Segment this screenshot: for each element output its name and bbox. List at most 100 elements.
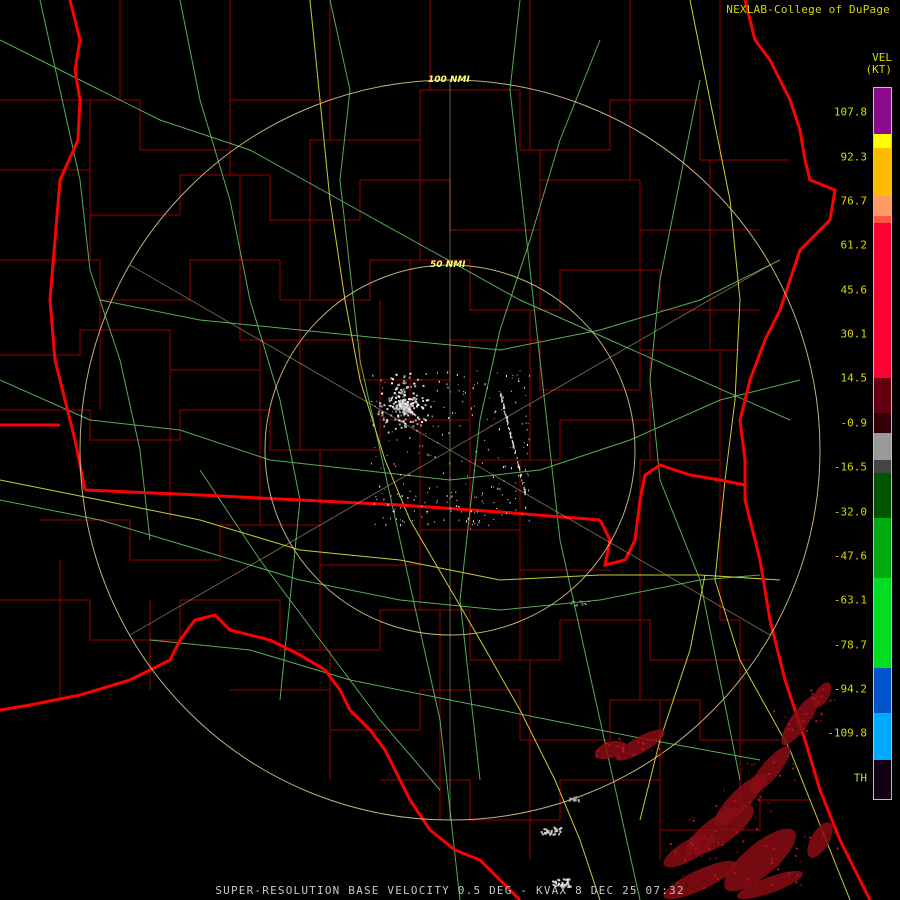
echo-pixel (528, 438, 530, 441)
echo-pixel (393, 510, 395, 513)
echo-pixel (757, 798, 760, 801)
echo-pixel (805, 729, 808, 732)
echo-pixel (412, 425, 415, 428)
echo-pixel (396, 398, 398, 400)
echo-pixel (473, 384, 475, 386)
echo-pixel (394, 427, 397, 430)
echo-pixel (426, 512, 428, 514)
echo-pixel (411, 413, 413, 416)
echo-pixel (454, 412, 456, 414)
echo-pixel (690, 837, 693, 840)
echo-pixel (426, 510, 428, 512)
echo-pixel (462, 393, 464, 395)
echo-pixel (568, 799, 571, 802)
echo-pixel (407, 414, 410, 417)
echo-pixel (742, 828, 745, 831)
echo-pixel (415, 495, 417, 497)
echo-pixel (618, 737, 621, 740)
echo-pixel (507, 499, 509, 501)
echo-pixel (501, 514, 503, 516)
echo-pixel (619, 750, 622, 753)
echo-pixel (395, 386, 398, 389)
echo-pixel (481, 462, 483, 465)
echo-pixel (402, 420, 405, 423)
legend-color-segment (874, 134, 891, 148)
echo-pixel (493, 502, 495, 504)
echo-pixel (471, 524, 473, 526)
echo-pixel (430, 405, 433, 408)
echo-pixel (382, 517, 384, 519)
echo-pixel (385, 421, 388, 424)
echo-pixel (511, 377, 513, 379)
echo-pixel (715, 834, 718, 837)
echo-pixel (413, 498, 415, 501)
echo-pixel (605, 742, 608, 745)
echo-pixel (684, 858, 687, 861)
echo-pixel (427, 492, 429, 494)
product-caption: SUPER-RESOLUTION BASE VELOCITY 0.5 DEG -… (215, 884, 685, 897)
echo-pixel (803, 835, 806, 838)
echo-pixel (474, 496, 476, 498)
echo-pixel (449, 477, 451, 479)
echo-pixel (608, 743, 611, 746)
echo-pixel (405, 408, 408, 411)
echo-pixel (812, 716, 815, 719)
echo-pixel (396, 404, 399, 407)
echo-pixel (374, 447, 376, 449)
echo-pixel (669, 843, 672, 846)
echo-pixel (660, 752, 663, 755)
echo-pixel (616, 743, 619, 746)
echo-pixel (521, 479, 523, 482)
echo-pixel (425, 372, 427, 375)
echo-pixel (504, 465, 506, 468)
echo-pixel (470, 509, 472, 511)
echo-pixel (443, 518, 445, 520)
echo-pixel (443, 519, 445, 521)
echo-pixel (562, 878, 565, 881)
echo-pixel (379, 405, 382, 408)
echo-pixel (518, 464, 520, 467)
echo-pixel (580, 601, 583, 603)
echo-pixel (414, 385, 417, 388)
echo-pixel (764, 851, 767, 854)
echo-pixel (788, 872, 791, 875)
echo-pixel (436, 486, 438, 488)
echo-pixel (761, 790, 764, 793)
echo-pixel (817, 701, 820, 704)
echo-pixel (622, 750, 625, 753)
echo-pixel (518, 380, 520, 383)
echo-pixel (510, 390, 512, 392)
echo-pixel (501, 400, 503, 403)
echo-pixel (399, 474, 401, 476)
echo-pixel (490, 425, 492, 427)
echo-pixel (399, 506, 401, 509)
echo-pixel (437, 425, 439, 427)
echo-pixel (642, 741, 645, 744)
echo-pixel (467, 517, 469, 520)
echo-pixel (565, 878, 568, 881)
echo-pixel (518, 474, 520, 477)
echo-pixel (424, 419, 427, 422)
range-label-100: 100 NMI (428, 75, 470, 85)
echo-pixel (479, 520, 481, 522)
echo-pixel (380, 379, 382, 382)
echo-pixel (796, 874, 799, 877)
echo-pixel (406, 386, 409, 389)
echo-pixel (446, 494, 448, 497)
echo-pixel (403, 398, 406, 401)
echo-pixel (399, 405, 402, 408)
echo-pixel (474, 512, 476, 514)
echo-pixel (494, 411, 496, 413)
echo-pixel (437, 442, 439, 444)
echo-pixel (398, 391, 401, 394)
echo-pixel (376, 499, 378, 501)
echo-pixel (554, 833, 557, 836)
echo-pixel (506, 417, 508, 420)
echo-pixel (422, 407, 425, 410)
echo-pixel (632, 753, 635, 756)
echo-pixel (555, 828, 558, 831)
echo-pixel (794, 854, 797, 857)
echo-pixel (386, 419, 389, 422)
echo-pixel (447, 371, 449, 374)
echo-pixel (526, 443, 528, 446)
